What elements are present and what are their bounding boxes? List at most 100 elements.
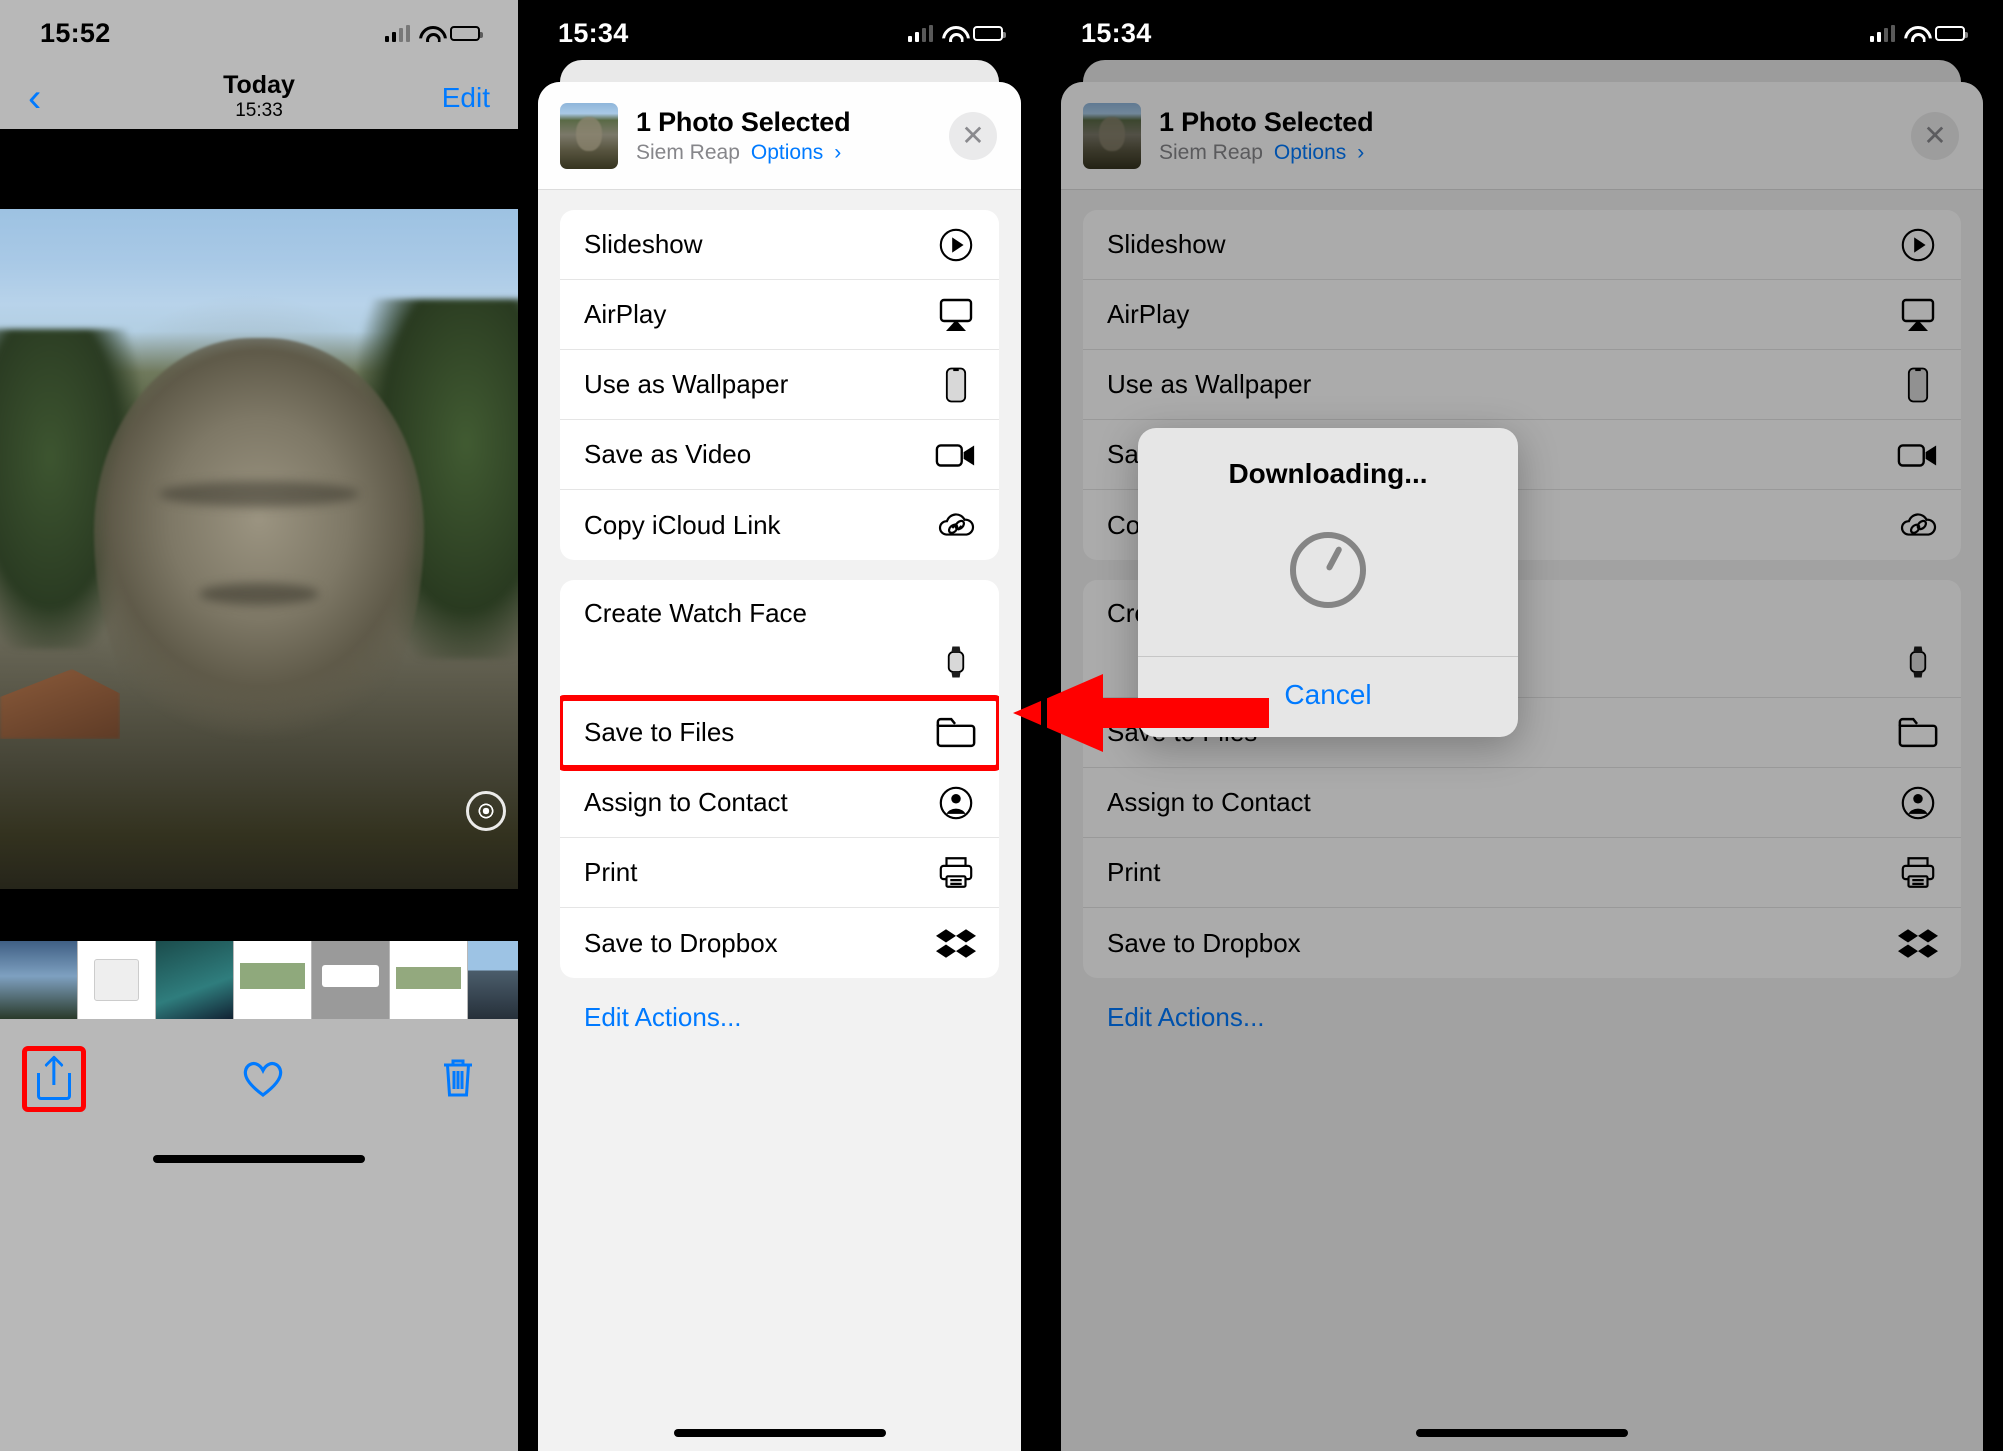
sheet-header-text: 1 Photo Selected Siem Reap Options › bbox=[1159, 106, 1374, 165]
action-airplay[interactable]: AirPlay bbox=[1083, 280, 1961, 350]
photo-image[interactable] bbox=[0, 209, 518, 889]
battery-icon bbox=[450, 25, 483, 41]
action-create-watch-face[interactable]: Create Watch Face bbox=[560, 580, 999, 698]
wifi-icon bbox=[942, 25, 964, 42]
dropbox-icon bbox=[935, 922, 977, 964]
share-icon[interactable] bbox=[37, 1055, 71, 1100]
battery-icon bbox=[1935, 25, 1968, 41]
heart-icon[interactable] bbox=[242, 1060, 284, 1098]
filmstrip-thumb[interactable] bbox=[312, 941, 390, 1019]
filmstrip-thumb[interactable] bbox=[0, 941, 78, 1019]
action-save-to-files[interactable]: Save to Files bbox=[560, 695, 999, 771]
cloud-link-icon bbox=[1897, 504, 1939, 546]
selected-photo-thumbnail[interactable] bbox=[1083, 102, 1141, 169]
edit-actions-button[interactable]: Edit Actions... bbox=[560, 998, 999, 1033]
annotation-arrow bbox=[1013, 674, 1269, 752]
sheet-header-text: 1 Photo Selected Siem Reap Options › bbox=[636, 107, 851, 165]
status-bar: 15:34 bbox=[518, 0, 1041, 66]
battery-icon bbox=[973, 25, 1006, 41]
action-label: Use as Wallpaper bbox=[584, 369, 789, 399]
folder-icon bbox=[1897, 712, 1939, 754]
action-label: Slideshow bbox=[584, 229, 703, 259]
action-label: AirPlay bbox=[1107, 299, 1190, 329]
watermark-icon bbox=[466, 791, 506, 831]
action-print[interactable]: Print bbox=[560, 838, 999, 908]
action-label: Assign to Contact bbox=[1107, 787, 1311, 817]
filmstrip-thumb[interactable] bbox=[468, 941, 518, 1019]
filmstrip-thumb[interactable] bbox=[390, 941, 468, 1019]
action-print[interactable]: Print bbox=[1083, 838, 1961, 908]
action-label: Use as Wallpaper bbox=[1107, 369, 1312, 399]
home-indicator bbox=[1061, 1429, 1983, 1437]
home-indicator bbox=[538, 1429, 1021, 1437]
action-copy-icloud-link[interactable]: Copy iCloud Link bbox=[560, 490, 999, 560]
status-indicators bbox=[907, 24, 1006, 42]
photo-location: Siem Reap bbox=[1159, 140, 1263, 164]
action-save-to-dropbox[interactable]: Save to Dropbox bbox=[1083, 908, 1961, 978]
sheet-body: 1 Photo Selected Siem Reap Options › ✕ S… bbox=[538, 82, 1021, 1451]
filmstrip-thumb[interactable] bbox=[156, 941, 234, 1019]
action-use-as-wallpaper[interactable]: Use as Wallpaper bbox=[560, 350, 999, 420]
progress-spinner-icon bbox=[1138, 490, 1518, 656]
apple-watch-icon bbox=[935, 641, 977, 683]
action-slideshow[interactable]: Slideshow bbox=[560, 210, 999, 280]
action-save-to-dropbox[interactable]: Save to Dropbox bbox=[560, 908, 999, 978]
airplay-icon bbox=[935, 294, 977, 336]
close-icon[interactable]: ✕ bbox=[1911, 111, 1959, 160]
photo-face-mouth bbox=[199, 583, 319, 605]
wifi-icon bbox=[419, 25, 441, 42]
close-icon[interactable]: ✕ bbox=[949, 111, 997, 160]
panel-photo-viewer: 15:52 ‹ Today 15:33 Edit bbox=[0, 0, 518, 1451]
edit-actions-button[interactable]: Edit Actions... bbox=[1083, 998, 1961, 1033]
action-label: Copy iCloud Link bbox=[584, 509, 781, 540]
filmstrip-thumb[interactable] bbox=[234, 941, 312, 1019]
action-assign-to-contact[interactable]: Assign to Contact bbox=[560, 768, 999, 838]
video-camera-icon bbox=[935, 434, 977, 476]
chevron-right-icon[interactable]: › bbox=[1357, 141, 1364, 165]
options-button[interactable]: Options bbox=[751, 141, 823, 165]
trash-icon[interactable] bbox=[440, 1055, 476, 1104]
photo-viewer[interactable] bbox=[0, 129, 518, 941]
cloud-link-icon bbox=[935, 504, 977, 546]
selected-photo-thumbnail[interactable] bbox=[560, 102, 618, 169]
sheet-header: 1 Photo Selected Siem Reap Options › ✕ bbox=[538, 82, 1021, 190]
action-label: Save to Dropbox bbox=[1107, 927, 1301, 958]
play-circle-icon bbox=[935, 224, 977, 266]
sheet-action-list[interactable]: Slideshow AirPlay Use as Wallpaper Save … bbox=[1061, 190, 1983, 1451]
status-indicators bbox=[384, 24, 483, 42]
wifi-icon bbox=[1904, 25, 1926, 42]
share-sheet: 1 Photo Selected Siem Reap Options › ✕ S… bbox=[538, 60, 1021, 1451]
action-slideshow[interactable]: Slideshow bbox=[1083, 210, 1961, 280]
bottom-toolbar bbox=[0, 1019, 518, 1139]
panel-divider bbox=[518, 0, 524, 1451]
chevron-right-icon[interactable]: › bbox=[834, 141, 841, 165]
letterbox-top bbox=[0, 129, 518, 209]
action-assign-to-contact[interactable]: Assign to Contact bbox=[1083, 768, 1961, 838]
contact-icon bbox=[1897, 782, 1939, 824]
action-save-as-video[interactable]: Save as Video bbox=[560, 420, 999, 490]
nav-title-text: Today bbox=[223, 71, 295, 100]
selection-title: 1 Photo Selected bbox=[1159, 106, 1374, 137]
action-use-as-wallpaper[interactable]: Use as Wallpaper bbox=[1083, 350, 1961, 420]
action-label: Save to Files bbox=[584, 717, 735, 747]
status-bar: 15:52 bbox=[0, 0, 518, 66]
nav-subtitle-text: 15:33 bbox=[235, 100, 283, 122]
cellular-signal-icon bbox=[384, 24, 410, 42]
panel-share-sheet: 15:34 1 Photo Selected Siem Reap Options bbox=[518, 0, 1041, 1451]
filmstrip-thumb[interactable] bbox=[78, 941, 156, 1019]
home-indicator bbox=[0, 1139, 518, 1179]
action-airplay[interactable]: AirPlay bbox=[560, 280, 999, 350]
action-label: Print bbox=[1107, 857, 1161, 887]
sheet-header: 1 Photo Selected Siem Reap Options › ✕ bbox=[1061, 82, 1983, 190]
action-label: Assign to Contact bbox=[584, 787, 788, 817]
photo-face-brow bbox=[159, 481, 359, 507]
alert-title: Downloading... bbox=[1228, 458, 1428, 489]
options-button[interactable]: Options bbox=[1274, 141, 1346, 165]
share-button-highlight bbox=[22, 1046, 86, 1112]
photo-filmstrip[interactable] bbox=[0, 941, 518, 1019]
photo-roof bbox=[0, 669, 120, 739]
status-bar: 15:34 bbox=[1041, 0, 2003, 66]
action-label: Save as Video bbox=[584, 439, 752, 469]
sheet-action-list[interactable]: Slideshow AirPlay Use as Wallpaper Save … bbox=[538, 190, 1021, 1451]
status-indicators bbox=[1869, 24, 1968, 42]
